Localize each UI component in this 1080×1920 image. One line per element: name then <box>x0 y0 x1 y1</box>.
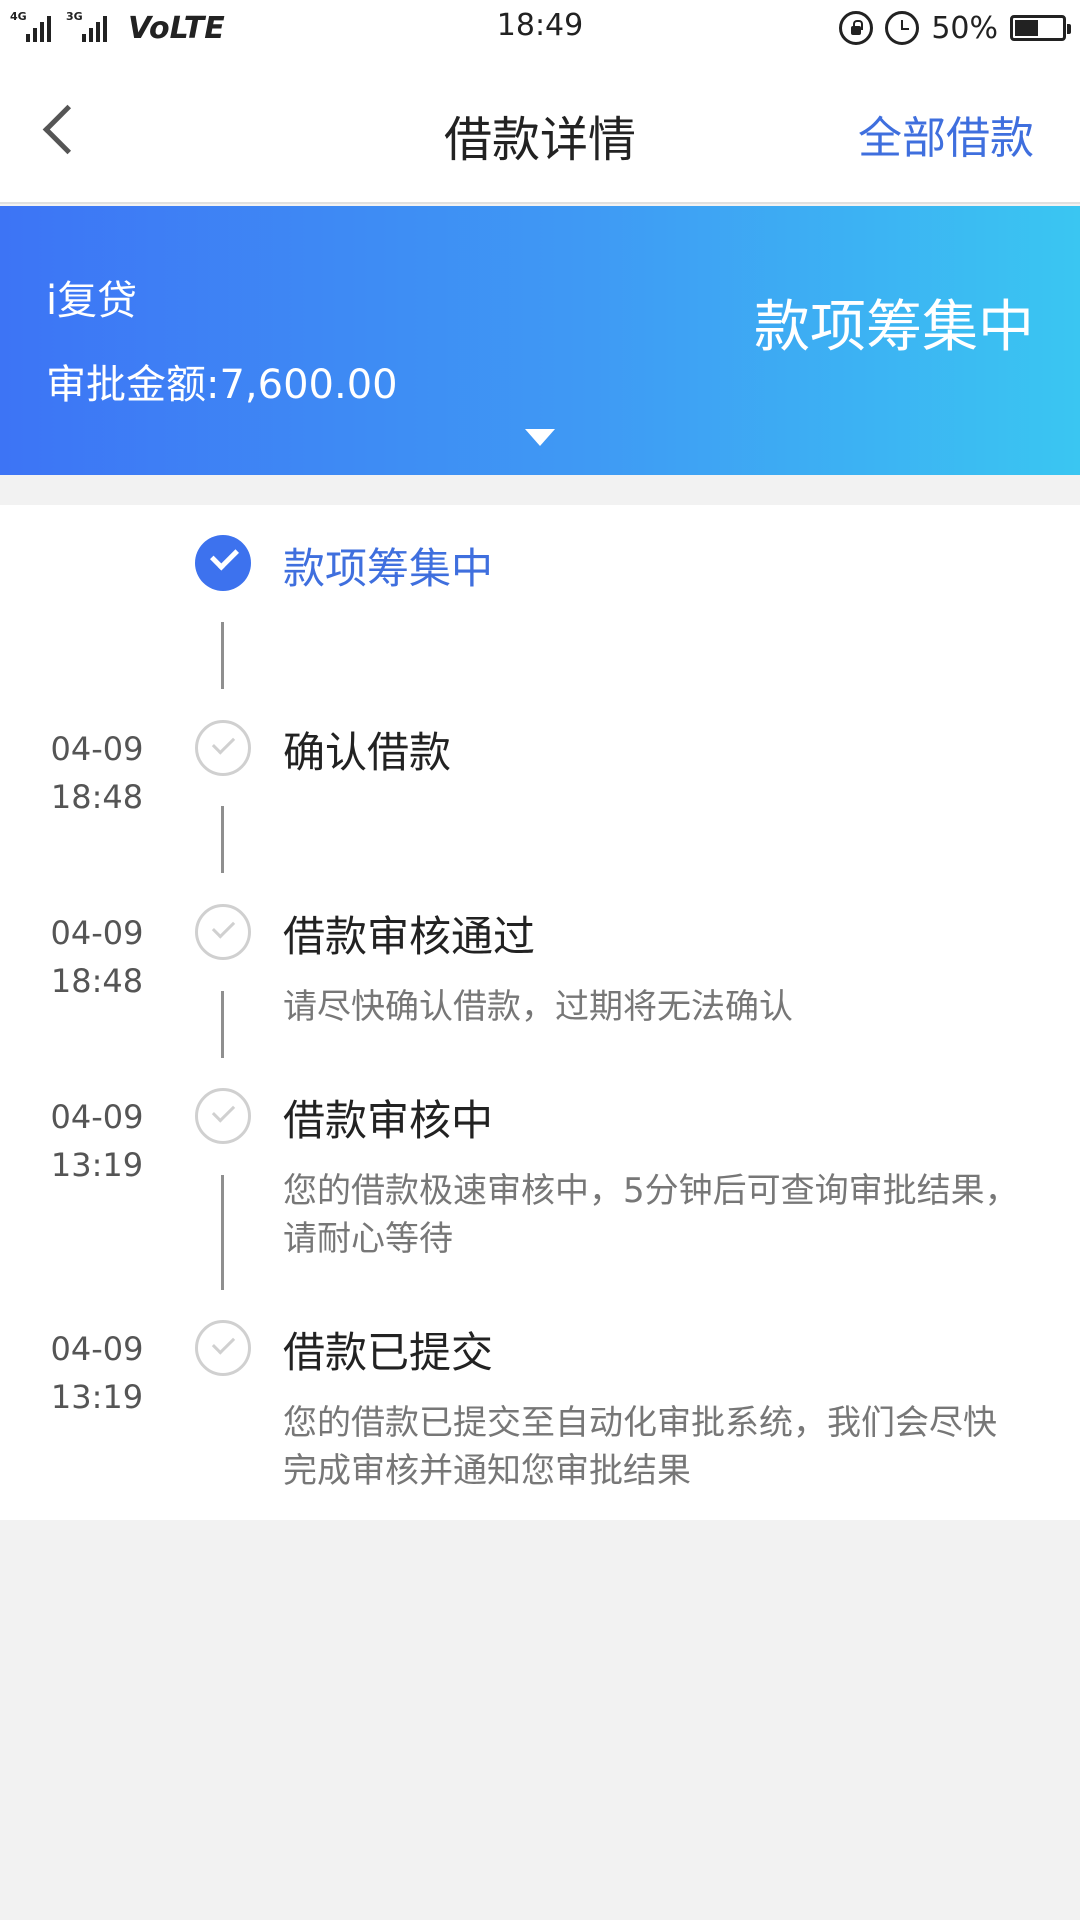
timeline-step-date: 04-09 <box>50 730 144 768</box>
loan-summary-banner: i复贷 审批金额:7,600.00 款项筹集中 <box>0 206 1080 475</box>
timeline-step-title: 确认借款 <box>283 728 452 777</box>
approved-amount: 审批金额:7,600.00 <box>46 352 398 410</box>
loan-status: 款项筹集中 <box>754 295 1034 360</box>
check-circle-icon <box>195 904 251 960</box>
timeline-step-desc: 您的借款已提交至自动化审批系统，我们会尽快完成审核并通知您审批结果 <box>283 1403 997 1491</box>
product-name: i复贷 <box>46 278 138 324</box>
timeline-step-title: 借款审核中 <box>283 1096 494 1145</box>
timeline-connector <box>221 1175 224 1290</box>
check-circle-icon <box>195 535 251 591</box>
approved-amount-label: 审批金额: <box>46 362 220 408</box>
timeline-step-date: 04-09 <box>50 1330 144 1368</box>
timeline-step-date: 04-09 <box>50 914 144 952</box>
battery-fill <box>1015 20 1038 36</box>
timeline-step-time: 13:19 <box>50 1146 144 1184</box>
battery-icon <box>1010 15 1071 41</box>
rotation-lock-icon <box>839 11 874 45</box>
caret-down-icon[interactable] <box>525 429 555 446</box>
timeline-step-desc: 请尽快确认借款，过期将无法确认 <box>283 987 793 1027</box>
check-circle-icon <box>195 1088 251 1144</box>
timeline-step-date: 04-09 <box>50 1098 144 1136</box>
status-icons: 50% <box>839 9 1071 47</box>
check-circle-icon <box>195 720 251 776</box>
battery-percent: 50% <box>931 10 998 46</box>
check-circle-icon <box>195 1320 251 1376</box>
alarm-icon <box>885 11 920 45</box>
timeline-step-title: 款项筹集中 <box>283 544 494 593</box>
timeline-step-time: 18:48 <box>50 962 144 1000</box>
timeline-connector <box>221 622 224 689</box>
loan-timeline: 款项筹集中 04-09 18:48 确认借款 04-09 18:48 借款审核通… <box>0 505 1080 1520</box>
timeline-step-title: 借款审核通过 <box>283 912 536 961</box>
timeline-step-time: 13:19 <box>50 1378 144 1416</box>
nav-bar: 借款详情 全部借款 <box>0 56 1080 204</box>
timeline-connector <box>221 806 224 873</box>
timeline-step-time: 18:48 <box>50 778 144 816</box>
approved-amount-value: 7,600.00 <box>219 362 398 408</box>
timeline-connector <box>221 991 224 1058</box>
status-bar: 4G 3G VoLTE 18:49 50% <box>0 0 1080 56</box>
timeline-step-title: 借款已提交 <box>283 1328 494 1377</box>
timeline-step-desc: 您的借款极速审核中，5分钟后可查询审批结果，请耐心等待 <box>283 1171 1019 1259</box>
all-loans-link[interactable]: 全部借款 <box>858 102 1034 166</box>
